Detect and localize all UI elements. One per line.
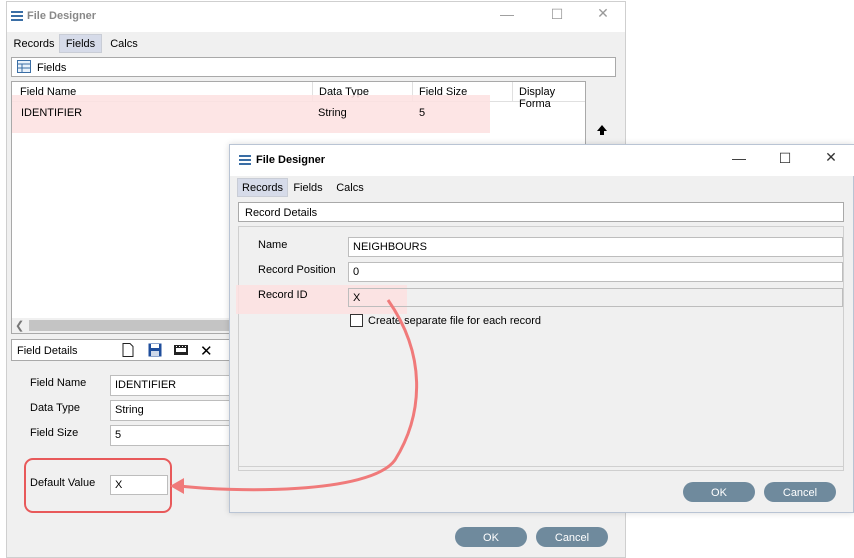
annotation-arrow — [170, 299, 419, 494]
